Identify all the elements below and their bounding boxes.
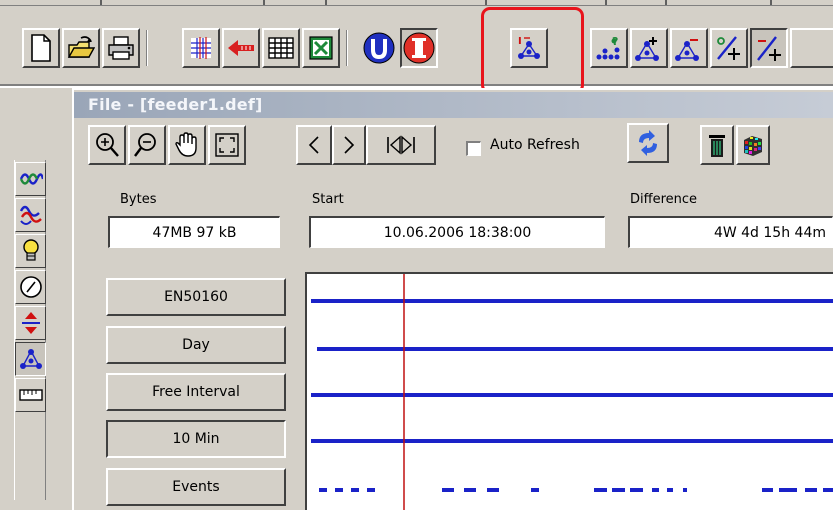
- highlight-box: [481, 7, 584, 94]
- plot-area: [305, 272, 833, 510]
- delete-icon[interactable]: [700, 125, 734, 165]
- open-folder-icon[interactable]: [62, 28, 100, 68]
- percent-add-icon[interactable]: [710, 28, 748, 68]
- main-toolbar: I ?: [0, 6, 833, 86]
- add-triangle-icon[interactable]: [630, 28, 668, 68]
- next-icon[interactable]: [332, 125, 366, 165]
- window-titlebar[interactable]: File - [feeder1.def]: [74, 92, 833, 118]
- color-cube-icon[interactable]: [736, 125, 770, 165]
- grid-table-icon[interactable]: [182, 28, 220, 68]
- pan-hand-icon[interactable]: [168, 125, 206, 165]
- harmonics-icon[interactable]: ?: [590, 28, 628, 68]
- sidebar: [14, 160, 46, 500]
- start-label: Start: [312, 192, 344, 207]
- bytes-field: 47MB 97 kB: [108, 216, 280, 248]
- excel-export-icon[interactable]: [302, 28, 340, 68]
- zoom-out-icon[interactable]: [128, 125, 166, 165]
- difference-label: Difference: [630, 192, 698, 207]
- en50160-button[interactable]: EN50160: [106, 278, 286, 316]
- free-interval-button[interactable]: Free Interval: [106, 373, 286, 411]
- auto-refresh-label: Auto Refresh: [490, 137, 580, 153]
- previous-icon[interactable]: [296, 125, 332, 165]
- ruler-icon[interactable]: [15, 378, 46, 412]
- triangle-network-icon[interactable]: [15, 342, 46, 376]
- events-button[interactable]: Events: [106, 468, 286, 506]
- new-document-icon[interactable]: [22, 28, 60, 68]
- list-view-icon[interactable]: [262, 28, 300, 68]
- three-phase-waveform-icon[interactable]: [15, 198, 46, 232]
- start-field: 10.06.2006 18:38:00: [309, 216, 605, 248]
- difference-field: 4W 4d 15h 44m: [628, 216, 833, 248]
- back-arrow-icon[interactable]: [222, 28, 260, 68]
- lightbulb-icon[interactable]: [15, 234, 46, 268]
- slash-add-icon[interactable]: [750, 28, 788, 68]
- waveform-icon[interactable]: [15, 162, 46, 196]
- fit-view-icon[interactable]: [208, 125, 246, 165]
- print-icon[interactable]: [102, 28, 140, 68]
- red-arrows-icon[interactable]: [15, 306, 46, 340]
- current-i-icon[interactable]: [400, 28, 438, 68]
- voltage-u-icon[interactable]: [360, 28, 398, 68]
- first-last-icon[interactable]: [366, 125, 436, 165]
- zoom-in-icon[interactable]: [88, 125, 126, 165]
- refresh-icon[interactable]: [627, 123, 669, 163]
- remove-triangle-icon[interactable]: [670, 28, 708, 68]
- bytes-label: Bytes: [120, 192, 157, 207]
- day-button[interactable]: Day: [106, 326, 286, 364]
- window-title: File - [feeder1.def]: [88, 95, 263, 114]
- ten-min-button[interactable]: 10 Min: [106, 420, 286, 458]
- gauge-icon[interactable]: [15, 270, 46, 304]
- overflow-button[interactable]: [790, 28, 833, 68]
- auto-refresh-checkbox[interactable]: [466, 141, 481, 156]
